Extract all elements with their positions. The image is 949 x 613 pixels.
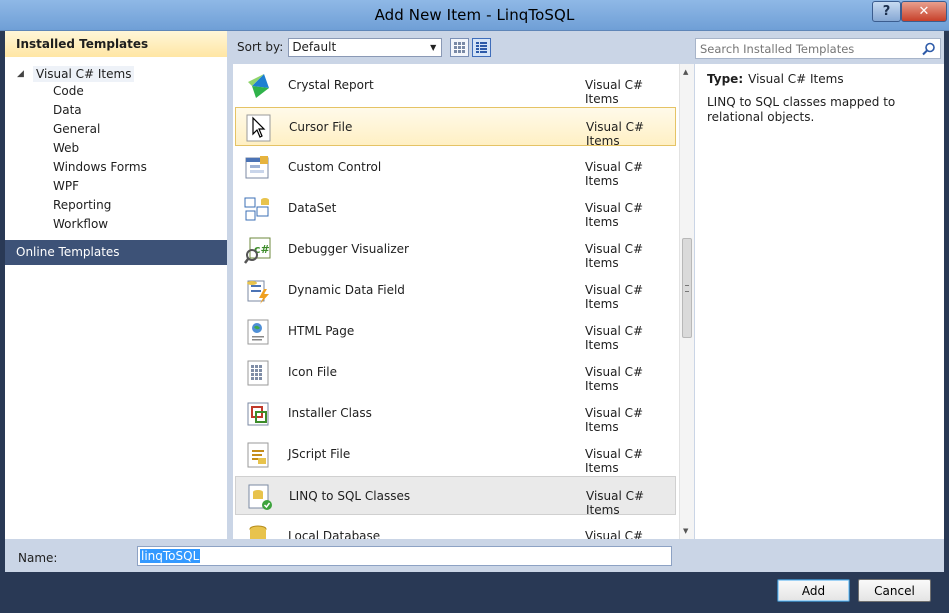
- template-category: Visual C# Items: [585, 365, 644, 393]
- template-name: HTML Page: [288, 324, 355, 338]
- template-name: Custom Control: [288, 160, 382, 174]
- template-row-cursor-file[interactable]: Cursor File Visual C# Items: [235, 107, 676, 148]
- template-name: Installer Class: [288, 406, 372, 420]
- template-list-scrollbar[interactable]: ▲ ▼: [679, 64, 694, 539]
- template-tree-panel: Installed Templates ◢ Visual C# Items Co…: [5, 31, 227, 539]
- template-category: Visual C# Items: [585, 324, 644, 352]
- name-input[interactable]: linqToSQL: [137, 546, 672, 566]
- list-view-icon: [476, 41, 488, 53]
- name-input-value: linqToSQL: [140, 549, 201, 563]
- template-row-icon-file[interactable]: Icon File Visual C# Items: [235, 353, 676, 393]
- template-name: Debugger Visualizer: [288, 242, 409, 256]
- jscript-file-icon: [247, 442, 269, 468]
- button-bar: Add Cancel: [5, 572, 944, 608]
- template-row-crystal-report[interactable]: Crystal Report Visual C# Items: [235, 66, 676, 106]
- template-row-debugger-visualizer[interactable]: c# Debugger Visualizer Visual C# Items: [235, 230, 676, 270]
- scrollbar-thumb[interactable]: [682, 238, 692, 338]
- debugger-visualizer-icon: c#: [244, 237, 271, 264]
- template-category: Visual C# Items: [585, 283, 644, 311]
- tree-item-windows-forms[interactable]: Windows Forms: [53, 158, 147, 176]
- template-category: Visual C# Items: [585, 242, 644, 270]
- installed-templates-header[interactable]: Installed Templates: [5, 31, 227, 57]
- template-category: Visual C# Items: [585, 447, 644, 475]
- tree-item-general[interactable]: General: [53, 120, 100, 138]
- help-button[interactable]: ?: [872, 1, 901, 22]
- search-icon[interactable]: [922, 42, 936, 56]
- template-category: Visual C# Items: [585, 529, 644, 539]
- template-list: Crystal Report Visual C# Items Cursor Fi…: [233, 64, 694, 539]
- template-name: JScript File: [288, 447, 351, 461]
- list-view-button[interactable]: [472, 37, 492, 57]
- tree-item-wpf[interactable]: WPF: [53, 177, 79, 195]
- template-name: Icon File: [288, 365, 337, 379]
- type-value: Visual C# Items: [748, 72, 844, 86]
- template-row-linq-to-sql[interactable]: LINQ to SQL Classes Visual C# Items: [235, 476, 676, 517]
- details-panel: Type: Visual C# Items LINQ to SQL classes…: [695, 64, 944, 539]
- template-name: Cursor File: [289, 120, 353, 134]
- template-category: Visual C# Items: [585, 201, 644, 229]
- type-line: Type: Visual C# Items: [707, 72, 844, 86]
- template-category: Visual C# Items: [585, 160, 644, 188]
- online-templates-item[interactable]: Online Templates: [5, 240, 227, 265]
- custom-control-icon: [245, 156, 269, 179]
- installer-class-icon: [247, 402, 269, 426]
- template-category: Visual C# Items: [586, 120, 645, 148]
- search-box[interactable]: [695, 38, 941, 59]
- tree-item-code[interactable]: Code: [53, 82, 84, 100]
- template-name: LINQ to SQL Classes: [289, 489, 411, 503]
- expand-arrow-icon[interactable]: ◢: [17, 69, 33, 79]
- sort-dropdown[interactable]: Default ▼: [288, 37, 443, 57]
- template-name: Dynamic Data Field: [288, 283, 405, 297]
- tree-item-label: Visual C# Items: [33, 66, 135, 82]
- close-button[interactable]: ✕: [901, 1, 947, 22]
- linq-to-sql-icon: [248, 484, 272, 510]
- chevron-down-icon: ▼: [430, 42, 437, 52]
- crystal-report-icon: [248, 74, 269, 98]
- cancel-button[interactable]: Cancel: [858, 579, 931, 602]
- template-row-jscript-file[interactable]: JScript File Visual C# Items: [235, 435, 676, 475]
- template-category: Visual C# Items: [585, 78, 644, 106]
- dialog-client: Installed Templates ◢ Visual C# Items Co…: [5, 31, 944, 608]
- template-category: Visual C# Items: [586, 489, 645, 517]
- tree-item-reporting[interactable]: Reporting: [53, 196, 111, 214]
- scroll-down-icon[interactable]: ▼: [683, 527, 688, 535]
- tree-item-workflow[interactable]: Workflow: [53, 215, 108, 233]
- template-name: Crystal Report: [288, 78, 374, 92]
- sort-label: Sort by:: [237, 40, 284, 54]
- template-row-dynamic-data-field[interactable]: Dynamic Data Field Visual C# Items: [235, 271, 676, 311]
- template-name: DataSet: [288, 201, 337, 215]
- template-row-installer-class[interactable]: Installer Class Visual C# Items: [235, 394, 676, 434]
- grid-view-icon: [454, 41, 466, 53]
- add-button[interactable]: Add: [777, 579, 850, 602]
- sort-toolbar: Sort by: Default ▼: [233, 31, 694, 63]
- sort-dropdown-value: Default: [292, 40, 337, 54]
- template-name: Local Database: [288, 529, 381, 539]
- template-description: LINQ to SQL classes mapped to relational…: [707, 95, 896, 124]
- dataset-icon: [244, 197, 269, 221]
- template-category: Visual C# Items: [585, 406, 644, 434]
- title-bar: Add New Item - LinqToSQL ? ✕: [0, 0, 949, 31]
- scroll-up-icon[interactable]: ▲: [683, 68, 688, 76]
- tree-item-data[interactable]: Data: [53, 101, 82, 119]
- large-icons-view-button[interactable]: [450, 37, 470, 57]
- template-row-html-page[interactable]: HTML Page Visual C# Items: [235, 312, 676, 352]
- template-row-local-database[interactable]: Local Database Visual C# Items: [235, 517, 676, 539]
- template-row-custom-control[interactable]: Custom Control Visual C# Items: [235, 148, 676, 188]
- local-database-icon: [249, 525, 267, 539]
- icon-file-icon: [247, 360, 269, 386]
- cursor-file-icon: [246, 114, 271, 142]
- name-row: Name: linqToSQL: [5, 539, 944, 572]
- search-input[interactable]: [700, 41, 910, 56]
- window-title: Add New Item - LinqToSQL: [374, 6, 575, 24]
- tree-item-visual-csharp[interactable]: ◢ Visual C# Items: [17, 65, 135, 83]
- tree-item-web[interactable]: Web: [53, 139, 79, 157]
- html-page-icon: [247, 319, 269, 345]
- grip-icon: [685, 285, 689, 292]
- type-label: Type:: [707, 72, 744, 86]
- template-row-dataset[interactable]: DataSet Visual C# Items: [235, 189, 676, 229]
- dynamic-data-field-icon: [247, 280, 269, 304]
- name-label: Name:: [18, 551, 58, 565]
